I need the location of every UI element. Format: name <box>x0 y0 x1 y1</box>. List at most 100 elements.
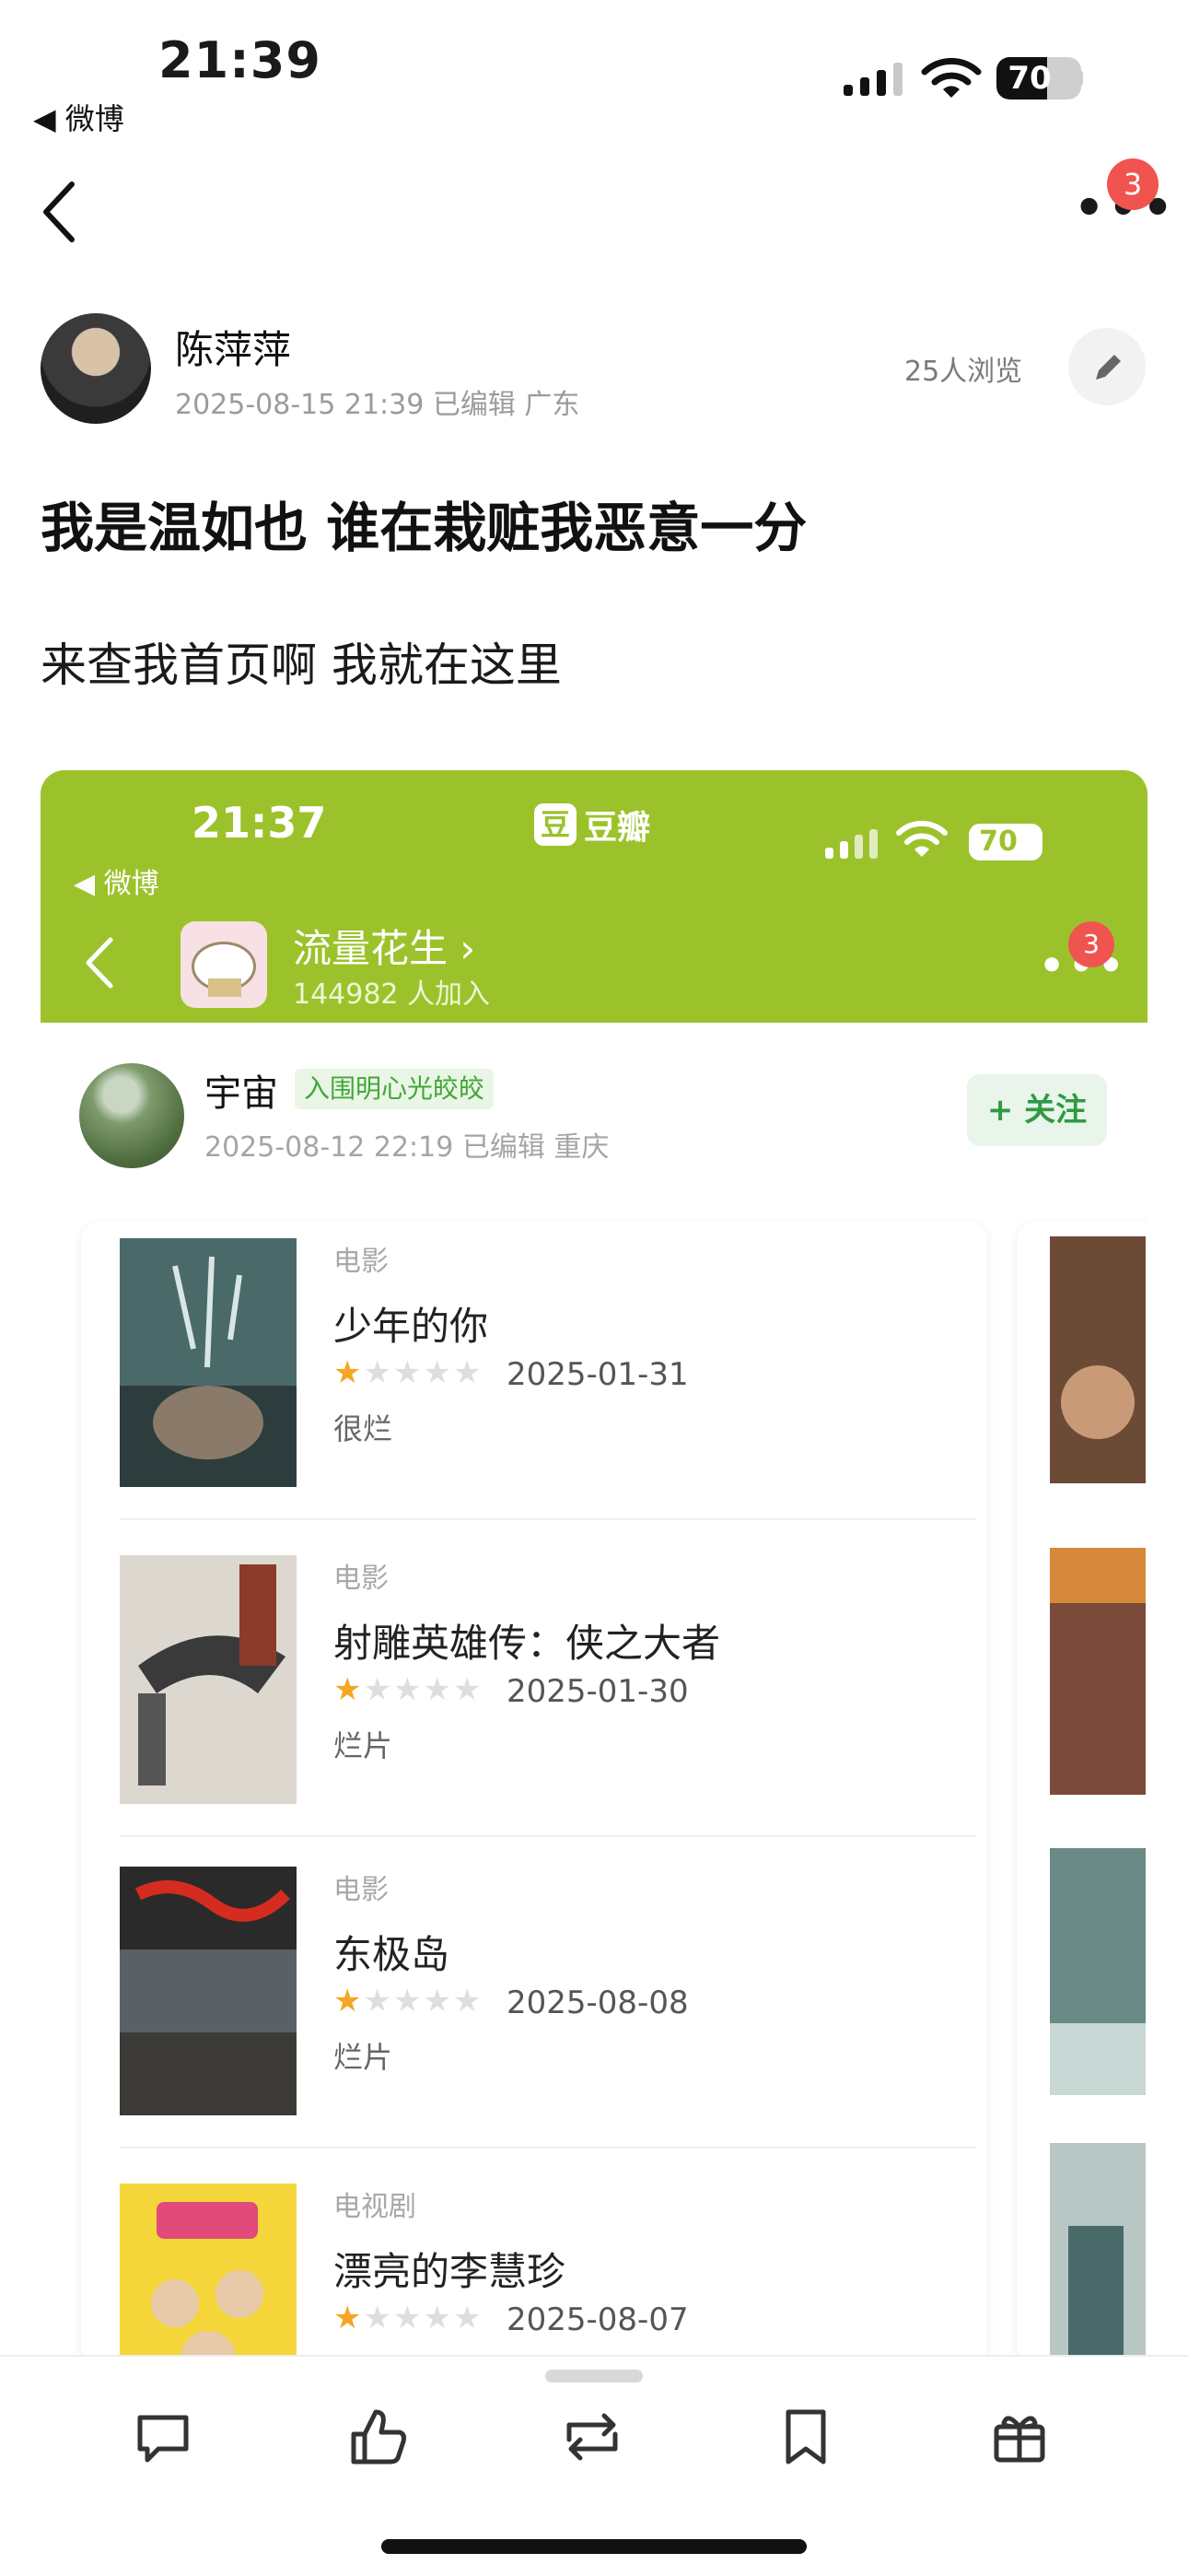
movie-rating-card: 电影 少年的你 ★★★★★ 2025-01-31 很烂 电影 射雕英雄传：侠之大… <box>81 1222 987 2355</box>
star-rating: ★★★★★ <box>333 2300 483 2336</box>
movie-poster <box>120 1555 297 1804</box>
view-count: 25人浏览 <box>904 356 1023 388</box>
rating-comment: 烂片 <box>333 1728 393 1763</box>
douban-logo-icon: 豆 <box>534 803 577 846</box>
star-empty-icon: ★ <box>363 1671 393 1708</box>
embedded-user-tag: 入围明心光皎皎 <box>295 1069 495 1109</box>
status-time: 21:39 <box>158 31 321 89</box>
rating-comment: 烂片 <box>333 2040 393 2075</box>
rating-date: 2025-08-07 <box>507 2301 689 2338</box>
poster-thumbnail <box>1050 2143 1146 2355</box>
movie-title: 漂亮的李慧珍 <box>333 2249 566 2294</box>
battery-level: 70 <box>1007 60 1052 97</box>
notification-badge: 3 <box>1107 158 1159 210</box>
movie-type: 电影 <box>333 1874 389 1906</box>
group-name: 流量花生 › <box>293 926 476 971</box>
poster-thumbnail <box>1050 1548 1146 1795</box>
bottom-action-bar <box>0 2355 1188 2576</box>
poster-thumbnail <box>1050 1848 1146 2095</box>
embedded-post-meta: 2025-08-12 22:19 已编辑 重庆 <box>204 1131 610 1164</box>
embedded-screenshot[interactable]: 21:37 ◀ 微博 豆 豆瓣 70 流量花生 › 144982 人加入 3 宇… <box>41 770 1147 2355</box>
star-empty-icon: ★ <box>363 1354 393 1391</box>
star-empty-icon: ★ <box>392 2300 424 2336</box>
follow-button: + 关注 <box>967 1074 1107 1146</box>
rating-comment: 很烂 <box>333 1411 393 1446</box>
embedded-header: 21:37 ◀ 微博 豆 豆瓣 70 流量花生 › 144982 人加入 3 <box>41 770 1147 1023</box>
poster-thumbnail <box>1050 1236 1146 1483</box>
next-card-preview <box>1017 1222 1147 2355</box>
star-empty-icon: ★ <box>392 1354 424 1391</box>
embedded-back-app: ◀ 微博 <box>74 868 159 900</box>
back-to-app-link[interactable]: ◀ 微博 <box>33 96 124 138</box>
home-indicator <box>381 2539 807 2554</box>
edit-pencil-icon[interactable] <box>1068 328 1146 405</box>
star-filled-icon: ★ <box>333 2300 364 2336</box>
star-empty-icon: ★ <box>423 1671 453 1708</box>
embedded-battery-level: 70 <box>979 825 1018 858</box>
group-member-count: 144982 人加入 <box>293 978 491 1011</box>
star-filled-icon: ★ <box>333 1671 364 1708</box>
rating-date: 2025-01-31 <box>507 1356 689 1393</box>
movie-title: 射雕英雄传：侠之大者 <box>333 1621 721 1666</box>
group-avatar <box>181 921 267 1008</box>
douban-logo: 豆 豆瓣 <box>534 802 650 848</box>
battery-tip <box>1077 70 1083 87</box>
movie-poster <box>120 1867 297 2115</box>
repost-icon[interactable] <box>560 2405 624 2469</box>
divider <box>120 1518 976 1520</box>
rating-date: 2025-08-08 <box>507 1985 689 2021</box>
post-meta: 2025-08-15 21:39 已编辑 广东 <box>175 389 580 421</box>
star-empty-icon: ★ <box>452 2300 483 2336</box>
bookmark-icon[interactable] <box>774 2405 838 2469</box>
battery-icon: 70 <box>996 57 1081 100</box>
embedded-signal-icon <box>825 829 878 859</box>
group-avatar-sign <box>208 978 241 997</box>
embedded-wifi-icon <box>896 820 948 857</box>
comment-icon[interactable] <box>131 2405 195 2469</box>
movie-item: 电影 少年的你 ★★★★★ 2025-01-31 很烂 <box>81 1231 987 1550</box>
star-empty-icon: ★ <box>363 1983 393 2020</box>
movie-type: 电影 <box>333 1246 389 1278</box>
star-empty-icon: ★ <box>363 2300 393 2336</box>
like-icon[interactable] <box>346 2405 411 2469</box>
star-empty-icon: ★ <box>452 1671 483 1708</box>
movie-item: 电影 射雕英雄传：侠之大者 ★★★★★ 2025-01-30 烂片 <box>81 1548 987 1867</box>
cellular-signal-icon <box>844 63 903 96</box>
divider <box>120 2147 976 2149</box>
movie-poster <box>120 2184 297 2355</box>
movie-type: 电视剧 <box>333 2191 416 2223</box>
author-name[interactable]: 陈萍萍 <box>175 319 291 375</box>
gift-icon[interactable] <box>987 2405 1052 2469</box>
embedded-status-time: 21:37 <box>192 798 327 848</box>
douban-app-name: 豆瓣 <box>584 809 651 847</box>
movie-title: 少年的你 <box>333 1304 489 1349</box>
post-title: 我是温如也 谁在栽赃我恶意一分 <box>41 497 808 559</box>
wifi-icon <box>921 57 982 98</box>
star-rating: ★★★★★ <box>333 1983 483 2020</box>
embedded-back-arrow-icon <box>86 937 113 989</box>
star-rating: ★★★★★ <box>333 1354 483 1391</box>
divider <box>120 1835 976 1837</box>
embedded-user-avatar <box>79 1063 184 1168</box>
star-empty-icon: ★ <box>392 1983 424 2020</box>
movie-item: 电影 东极岛 ★★★★★ 2025-08-08 烂片 <box>81 1859 987 2178</box>
star-empty-icon: ★ <box>392 1671 424 1708</box>
star-filled-icon: ★ <box>333 1983 364 2020</box>
post-body: 来查我首页啊 我就在这里 <box>41 638 562 692</box>
movie-poster <box>120 1238 297 1487</box>
star-empty-icon: ★ <box>423 1983 453 2020</box>
star-empty-icon: ★ <box>423 2300 453 2336</box>
embedded-battery-icon: 70 <box>969 824 1042 861</box>
embedded-notification-badge: 3 <box>1068 921 1114 967</box>
star-empty-icon: ★ <box>452 1354 483 1391</box>
embedded-user-name: 宇宙 <box>204 1072 278 1115</box>
movie-item: 电视剧 漂亮的李慧珍 ★★★★★ 2025-08-07 <box>81 2176 987 2355</box>
drag-handle[interactable] <box>545 2370 643 2383</box>
star-filled-icon: ★ <box>333 1354 364 1391</box>
movie-title: 东极岛 <box>333 1932 450 1977</box>
back-arrow-icon[interactable] <box>37 175 83 249</box>
star-empty-icon: ★ <box>423 1354 453 1391</box>
author-avatar[interactable] <box>41 313 151 424</box>
star-empty-icon: ★ <box>452 1983 483 2020</box>
rating-date: 2025-01-30 <box>507 1673 689 1710</box>
